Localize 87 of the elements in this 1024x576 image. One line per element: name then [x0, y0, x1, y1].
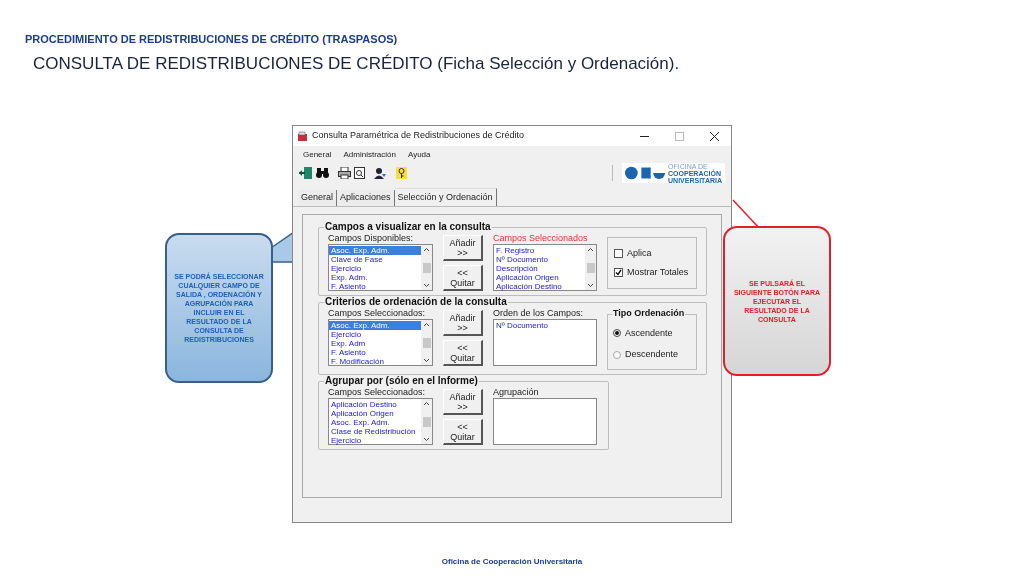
field-label: Campos Seleccionados [493, 233, 589, 244]
group-title: Criterios de ordenación de la consulta [324, 296, 508, 308]
checkbox-label: Mostrar Totales [627, 266, 689, 279]
slide-header: PROCEDIMIENTO DE REDISTRIBUCIONES DE CRÉDITO (TRASPASOS) [25, 33, 398, 45]
list-item[interactable]: Exp. Adm. [329, 273, 421, 282]
list-item[interactable]: Asoc. Exp. Adm. [329, 246, 421, 255]
list-item[interactable]: Ejercicio [329, 330, 421, 339]
list-box[interactable] [493, 398, 597, 445]
scrollbar[interactable] [585, 245, 596, 290]
group-title: Campos a visualizar en la consulta [324, 221, 492, 233]
exit-door-icon[interactable] [299, 167, 313, 179]
binoculars-icon[interactable] [316, 167, 329, 179]
checkbox-label: Aplica [627, 246, 652, 260]
checkbox[interactable] [614, 248, 623, 258]
list-item[interactable]: Aplicación Origen [494, 273, 585, 282]
scroll-thumb[interactable] [422, 416, 431, 427]
scrollbar[interactable] [421, 320, 432, 365]
user-icon[interactable] [374, 167, 387, 179]
field-label: Orden de los Campos: [493, 308, 585, 319]
radio-button[interactable] [613, 329, 621, 338]
field-label: Agrupación [493, 387, 540, 398]
list-item[interactable]: F. Asiento [329, 282, 421, 291]
window-title: Consulta Paramétrica de Redistribuciones de Crédito [312, 129, 526, 143]
list-item[interactable]: Asoc. Exp. Adm. [329, 418, 421, 427]
list-box[interactable]: Asoc. Exp. Adm. Ejercicio Exp. Adm F. Asiento F. Modificación [328, 319, 433, 366]
list-box[interactable]: Aplicación Destino Aplicación Origen Asoc. Exp. Adm. Clase de Redistribución Ejercicio [328, 398, 433, 445]
list-item[interactable]: Clave de Fase [329, 255, 421, 264]
key-icon[interactable] [396, 167, 407, 179]
list-box[interactable]: Nº Documento [493, 319, 597, 366]
scroll-up-icon[interactable] [423, 247, 430, 252]
radio-button[interactable] [613, 350, 621, 359]
list-item[interactable]: Ejercicio [329, 264, 421, 273]
add-button[interactable]: Añadir >> [443, 235, 483, 261]
scroll-down-icon[interactable] [423, 437, 430, 442]
remove-button[interactable]: << Quitar [443, 419, 483, 445]
scroll-down-icon[interactable] [423, 283, 430, 288]
remove-button[interactable]: << Quitar [443, 265, 483, 291]
slide-title: CONSULTA DE REDISTRIBUCIONES DE CRÉDITO (Ficha Selección y Ordenación). [33, 54, 680, 73]
menu-item[interactable]: Ayuda [407, 148, 431, 161]
checkbox[interactable] [614, 268, 623, 278]
list-item[interactable]: F. Registro [494, 246, 585, 255]
list-box[interactable]: F. Registro Nº Documento Descripción Aplicación Origen Aplicación Destino [493, 244, 597, 291]
scroll-up-icon[interactable] [423, 322, 430, 327]
list-box[interactable]: Asoc. Exp. Adm. Clave de Fase Ejercicio Exp. Adm. F. Asiento [328, 244, 433, 291]
scroll-up-icon[interactable] [587, 247, 594, 252]
remove-button[interactable]: << Quitar [443, 340, 483, 366]
field-label: Campos Seleccionados: [328, 387, 427, 398]
menu-item[interactable]: Administración [343, 148, 396, 161]
scroll-up-icon[interactable] [423, 401, 430, 406]
logo-mark-icon [625, 166, 666, 180]
list-item[interactable]: F. Modificación [329, 357, 421, 366]
list-item[interactable]: Ejercicio [329, 436, 421, 445]
scrollbar[interactable] [421, 399, 432, 444]
list-item[interactable]: Nº Documento [494, 321, 596, 330]
list-item[interactable]: F. Asiento [329, 348, 421, 357]
tab[interactable]: Selección y Ordenación [394, 188, 497, 206]
list-item[interactable]: Aplicación Destino [329, 400, 421, 409]
field-label: Campos Disponibles: [328, 233, 415, 244]
add-button[interactable]: Añadir >> [443, 310, 483, 336]
scroll-thumb[interactable] [422, 262, 431, 273]
add-button[interactable]: Añadir >> [443, 389, 483, 415]
printer-icon[interactable] [338, 167, 351, 179]
group-title: Agrupar por (sólo en el Informe) [324, 375, 479, 387]
scroll-down-icon[interactable] [423, 358, 430, 363]
menu-item[interactable]: General [303, 148, 332, 161]
slide-footer: Oficina de Cooperación Universitaria [441, 556, 583, 568]
app-icon [297, 130, 308, 142]
scroll-down-icon[interactable] [587, 283, 594, 288]
list-item[interactable]: Clase de Redistribución [329, 427, 421, 436]
list-item[interactable]: Nº Documento [494, 255, 585, 264]
list-item[interactable]: Aplicación Origen [329, 409, 421, 418]
list-item[interactable]: Exp. Adm [329, 339, 421, 348]
radio-label: Ascendente [625, 326, 673, 340]
field-label: Campos Seleccionados: [328, 308, 427, 319]
scroll-thumb[interactable] [586, 262, 595, 273]
check-icon [615, 269, 622, 277]
radio-label: Descendente [625, 348, 679, 361]
print-preview-icon[interactable] [354, 167, 365, 179]
scroll-thumb[interactable] [422, 337, 431, 348]
tab[interactable]: Aplicaciones [337, 190, 395, 206]
list-item[interactable]: Aplicación Destino [494, 282, 585, 291]
close-icon[interactable] [710, 131, 719, 141]
group-title: Tipo Ordenación [612, 308, 686, 319]
list-item[interactable]: Descripción [494, 264, 585, 273]
scrollbar[interactable] [421, 245, 432, 290]
list-item[interactable]: Asoc. Exp. Adm. [329, 321, 421, 330]
tab[interactable]: General [298, 190, 338, 206]
